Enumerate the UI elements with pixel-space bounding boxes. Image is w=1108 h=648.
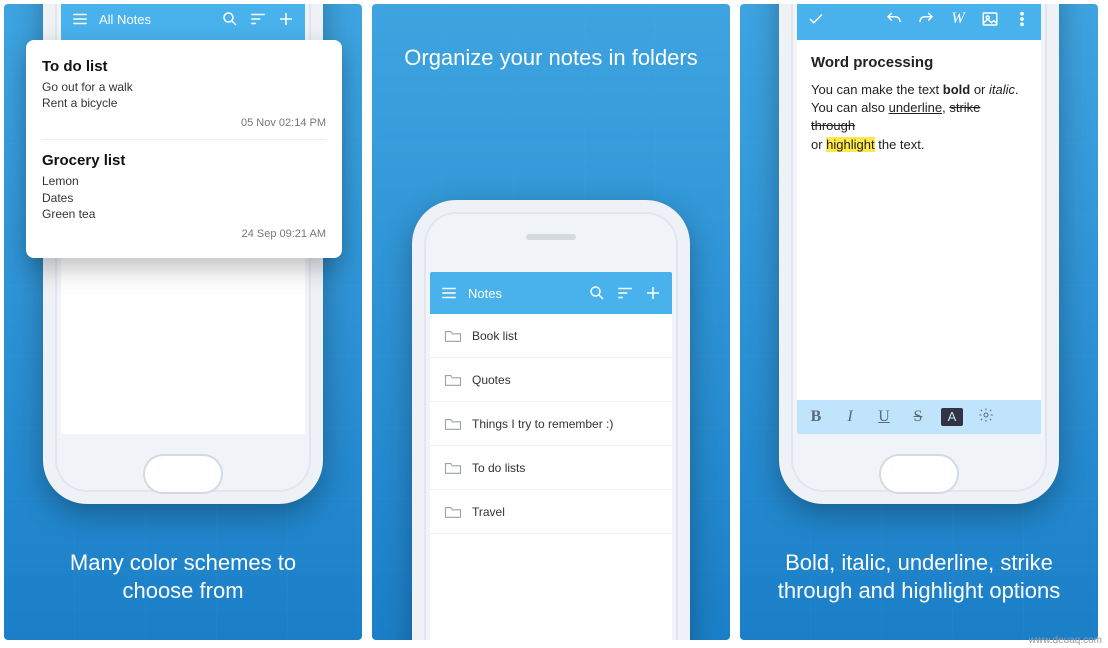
strike-button[interactable]: S — [907, 408, 929, 426]
folder-row[interactable]: Book list — [430, 314, 672, 358]
search-icon[interactable] — [221, 10, 239, 28]
promo-panel-folders: Organize your notes in folders Notes — [372, 4, 730, 640]
menu-icon[interactable] — [440, 284, 458, 302]
folder-icon — [444, 461, 462, 475]
highlight-button[interactable]: A — [941, 408, 963, 426]
appbar-title: Notes — [468, 286, 502, 301]
note-item[interactable]: Grocery list Lemon Dates Green tea 24 Se… — [42, 139, 326, 250]
promo-panel-formatting: W Word processing You can make the text … — [740, 4, 1098, 640]
folder-icon — [444, 417, 462, 431]
phone-screen: Notes Book list — [430, 272, 672, 640]
watermark: www.deuaq.com — [1029, 635, 1102, 646]
folder-label: Book list — [472, 329, 517, 343]
document-title: Word processing — [811, 52, 1027, 73]
folder-label: Travel — [472, 505, 505, 519]
note-title: To do list — [42, 58, 326, 75]
folder-list: Book list Quotes Things I try to remembe… — [430, 314, 672, 534]
editor-content[interactable]: Word processing You can make the text bo… — [797, 40, 1041, 166]
redo-icon[interactable] — [917, 10, 935, 28]
italic-button[interactable]: I — [839, 408, 861, 426]
folder-row[interactable]: To do lists — [430, 446, 672, 490]
search-icon[interactable] — [588, 284, 606, 302]
bold-button[interactable]: B — [805, 408, 827, 426]
folder-row[interactable]: Travel — [430, 490, 672, 534]
check-icon[interactable] — [807, 10, 825, 28]
format-w-icon[interactable]: W — [949, 10, 967, 28]
add-icon[interactable] — [644, 284, 662, 302]
app-bar: Notes — [430, 272, 672, 314]
app-bar: All Notes — [61, 4, 305, 40]
folder-icon — [444, 329, 462, 343]
image-icon[interactable] — [981, 10, 999, 28]
panel-caption: Bold, italic, underline, strike through … — [740, 549, 1098, 606]
folder-icon — [444, 505, 462, 519]
home-button — [879, 454, 959, 494]
folder-row[interactable]: Quotes — [430, 358, 672, 402]
appbar-title: All Notes — [99, 12, 151, 27]
promo-panel-colors: All Notes To do list Go out for a — [4, 4, 362, 640]
editor-toolbar: W — [797, 4, 1041, 40]
underline-button[interactable]: U — [873, 408, 895, 426]
note-body: Lemon Dates Green tea — [42, 173, 326, 222]
note-timestamp: 05 Nov 02:14 PM — [42, 117, 326, 129]
folder-label: To do lists — [472, 461, 525, 475]
phone-mockup: Notes Book list — [412, 200, 690, 640]
note-item[interactable]: To do list Go out for a walk Rent a bicy… — [42, 52, 326, 139]
folder-label: Things I try to remember :) — [472, 417, 613, 431]
home-button — [143, 454, 223, 494]
panel-caption: Many color schemes to choose from — [4, 549, 362, 606]
panel-caption: Organize your notes in folders — [372, 44, 730, 73]
document-body: You can make the text bold or italic. Yo… — [811, 81, 1027, 154]
phone-mockup: W Word processing You can make the text … — [779, 4, 1059, 504]
note-timestamp: 24 Sep 09:21 AM — [42, 228, 326, 240]
phone-screen: W Word processing You can make the text … — [797, 4, 1041, 434]
folder-icon — [444, 373, 462, 387]
folder-row[interactable]: Things I try to remember :) — [430, 402, 672, 446]
format-toolbar: B I U S A — [797, 400, 1041, 434]
note-body: Go out for a walk Rent a bicycle — [42, 79, 326, 111]
folder-label: Quotes — [472, 373, 511, 387]
sort-icon[interactable] — [616, 284, 634, 302]
more-icon[interactable] — [1013, 10, 1031, 28]
add-icon[interactable] — [277, 10, 295, 28]
note-title: Grocery list — [42, 152, 326, 169]
notes-widget-card: To do list Go out for a walk Rent a bicy… — [26, 40, 342, 258]
settings-icon[interactable] — [975, 407, 997, 428]
menu-icon[interactable] — [71, 10, 89, 28]
phone-speaker — [526, 234, 576, 240]
sort-icon[interactable] — [249, 10, 267, 28]
undo-icon[interactable] — [885, 10, 903, 28]
